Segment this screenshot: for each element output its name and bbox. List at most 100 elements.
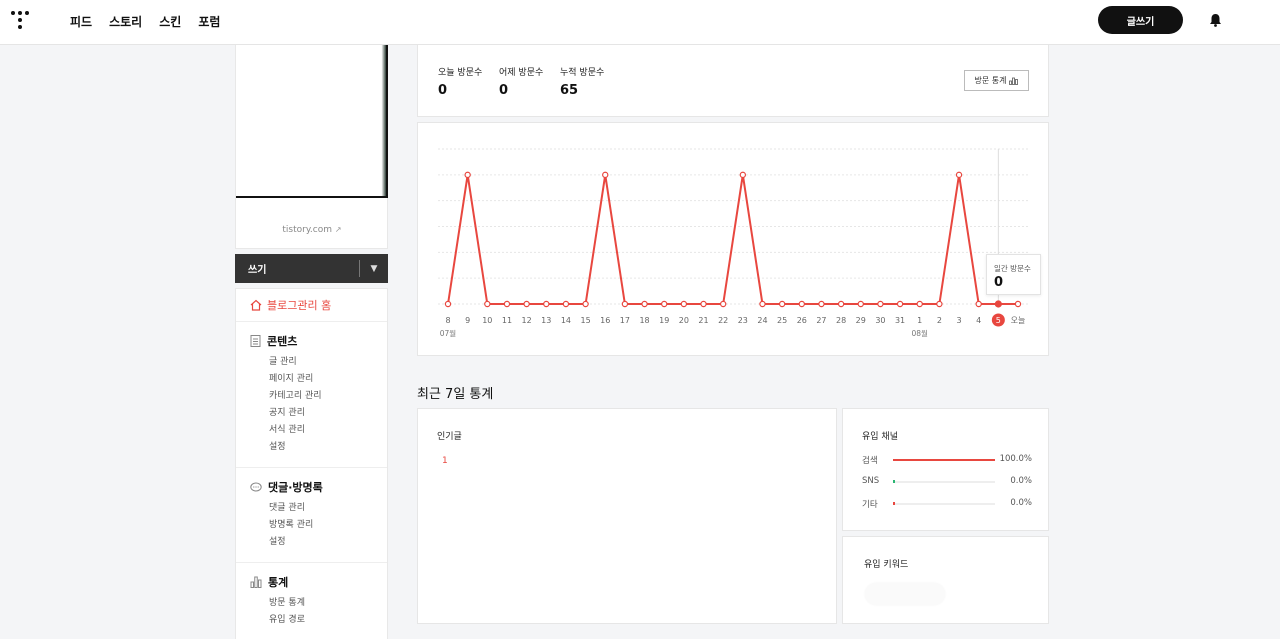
main-nav: 피드 스토리 스킨 포럼 xyxy=(70,13,220,30)
data-point xyxy=(719,300,727,308)
data-point xyxy=(916,300,923,308)
popular-posts-title: 인기글 xyxy=(437,432,462,442)
data-point xyxy=(778,300,786,308)
x-tick-label: 11 xyxy=(502,316,512,325)
x-tick-label: 27 xyxy=(816,316,826,325)
data-point xyxy=(661,300,668,308)
sidebar-item-template-manage[interactable]: 서식 관리 xyxy=(269,422,387,439)
data-point xyxy=(936,300,943,308)
document-icon xyxy=(250,335,261,347)
chevron-down-icon[interactable]: ▼ xyxy=(360,264,388,274)
data-point xyxy=(955,171,963,179)
data-point xyxy=(621,300,629,308)
bar-chart-icon xyxy=(1009,77,1019,85)
today-visits-label: 오늘 방문수 xyxy=(438,68,483,78)
blog-cover-image xyxy=(236,45,388,198)
keyword-placeholder xyxy=(865,583,945,605)
sidebar-item-home[interactable]: 블로그관리 홈 xyxy=(236,289,387,322)
channel-bar-fill xyxy=(893,502,895,505)
x-tick-label: 24 xyxy=(757,316,767,325)
popular-posts-card: 인기글 1 xyxy=(417,408,837,624)
x-tick-label: 28 xyxy=(836,316,846,325)
bar-chart-icon xyxy=(250,576,262,588)
sidebar-item-visit-stats[interactable]: 방문 통계 xyxy=(269,595,387,612)
today-visits-value: 0 xyxy=(438,83,448,98)
sidebar-group-stats: 통계 방문 통계 유입 경로 xyxy=(236,563,387,639)
data-point xyxy=(543,300,550,308)
write-menu-button[interactable]: 쓰기 xyxy=(248,261,359,276)
data-point xyxy=(444,300,452,308)
nav-item-skin[interactable]: 스킨 xyxy=(159,13,181,30)
blog-url-link[interactable]: tistory.com ↗ xyxy=(236,225,388,235)
sidebar-group-comments: 댓글·방명록 댓글 관리 방명록 관리 설정 xyxy=(236,468,387,563)
yesterday-visits-label: 어제 방문수 xyxy=(499,68,544,78)
data-point xyxy=(562,300,570,308)
x-tick-label: 12 xyxy=(522,316,532,325)
nav-item-forum[interactable]: 포럼 xyxy=(198,13,220,30)
x-tick-label: 4 xyxy=(976,316,981,325)
data-point xyxy=(680,300,688,308)
sidebar-menu: 블로그관리 홈 콘텐츠 글 관리 페이지 관리 카테고리 관리 공지 관리 서식… xyxy=(235,288,388,639)
group-title[interactable]: 댓글·방명록 xyxy=(250,479,387,495)
x-tick-label: 10 xyxy=(482,316,492,325)
sidebar-item-comment-manage[interactable]: 댓글 관리 xyxy=(269,500,387,517)
tooltip-label: 일간 방문수 xyxy=(994,264,1031,273)
data-point xyxy=(503,300,511,308)
inflow-channel-card: 유입 채널 검색 100.0% SNS 0.0% 기타 0.0% xyxy=(842,408,1049,531)
x-tick-label: 23 xyxy=(738,316,748,325)
sidebar-item-category-manage[interactable]: 카테고리 관리 xyxy=(269,388,387,405)
x-tick-label: 18 xyxy=(639,316,649,325)
channel-row-sns: SNS 0.0% xyxy=(862,476,1032,486)
visit-chart-card: 8 9 10 11 12 13 14 15 16 17 18 19 20 21 22 23 24 25 26 27 28… xyxy=(417,122,1049,356)
visit-stats-button[interactable]: 방문 통계 xyxy=(964,70,1029,91)
data-point xyxy=(837,300,845,308)
x-tick-label: 3 xyxy=(956,316,961,325)
x-month-label: 07월 xyxy=(440,328,457,338)
yesterday-visits-value: 0 xyxy=(499,83,509,98)
inflow-keyword-title: 유입 키워드 xyxy=(864,560,909,570)
group-title[interactable]: 통계 xyxy=(250,574,387,590)
tooltip-value: 0 xyxy=(994,275,1004,290)
x-tick-label: 14 xyxy=(561,316,571,325)
x-tick-label: 1 xyxy=(917,316,922,325)
x-tick-label: 31 xyxy=(895,316,905,325)
data-point xyxy=(641,300,648,308)
x-tick-label: 20 xyxy=(679,316,689,325)
sidebar-item-inflow-path[interactable]: 유입 경로 xyxy=(269,612,387,629)
sidebar-item-guestbook-manage[interactable]: 방명록 관리 xyxy=(269,517,387,534)
sidebar-item-comment-settings[interactable]: 설정 xyxy=(269,534,387,551)
total-visits-value: 65 xyxy=(560,83,579,98)
data-point xyxy=(602,171,609,179)
tistory-logo-icon[interactable] xyxy=(11,11,29,29)
nav-item-story[interactable]: 스토리 xyxy=(109,13,142,30)
x-tick-label: 2 xyxy=(937,316,942,325)
group-title[interactable]: 콘텐츠 xyxy=(250,333,387,349)
x-tick-label: 15 xyxy=(580,316,590,325)
sidebar-item-content-settings[interactable]: 설정 xyxy=(269,439,387,456)
sidebar-item-page-manage[interactable]: 페이지 관리 xyxy=(269,371,387,388)
data-point xyxy=(857,300,864,308)
write-post-button[interactable]: 글쓰기 xyxy=(1098,6,1183,34)
recent-stats-title: 최근 7일 통계 xyxy=(417,387,494,402)
visits-series-line xyxy=(447,174,1018,305)
inflow-channel-title: 유입 채널 xyxy=(862,432,898,442)
sidebar-group-content: 콘텐츠 글 관리 페이지 관리 카테고리 관리 공지 관리 서식 관리 설정 xyxy=(236,322,387,468)
data-point xyxy=(798,300,805,308)
home-icon xyxy=(250,299,262,311)
popular-post-item[interactable]: 1 xyxy=(442,456,448,466)
data-point xyxy=(975,300,982,308)
external-link-icon: ↗ xyxy=(334,225,342,234)
channel-row-search: 검색 100.0% xyxy=(862,454,1032,466)
data-point xyxy=(896,300,904,308)
x-tick-label: 오늘 xyxy=(1011,316,1026,325)
data-point xyxy=(523,300,530,308)
sidebar-item-notice-manage[interactable]: 공지 관리 xyxy=(269,405,387,422)
sidebar-item-post-manage[interactable]: 글 관리 xyxy=(269,354,387,371)
x-tick-label: 26 xyxy=(797,316,807,325)
x-tick-label: 19 xyxy=(659,316,669,325)
data-point xyxy=(877,300,884,308)
bell-icon[interactable] xyxy=(1209,13,1222,27)
x-tick-label: 9 xyxy=(465,316,470,325)
channel-row-etc: 기타 0.0% xyxy=(862,498,1032,510)
nav-item-feed[interactable]: 피드 xyxy=(70,13,92,30)
